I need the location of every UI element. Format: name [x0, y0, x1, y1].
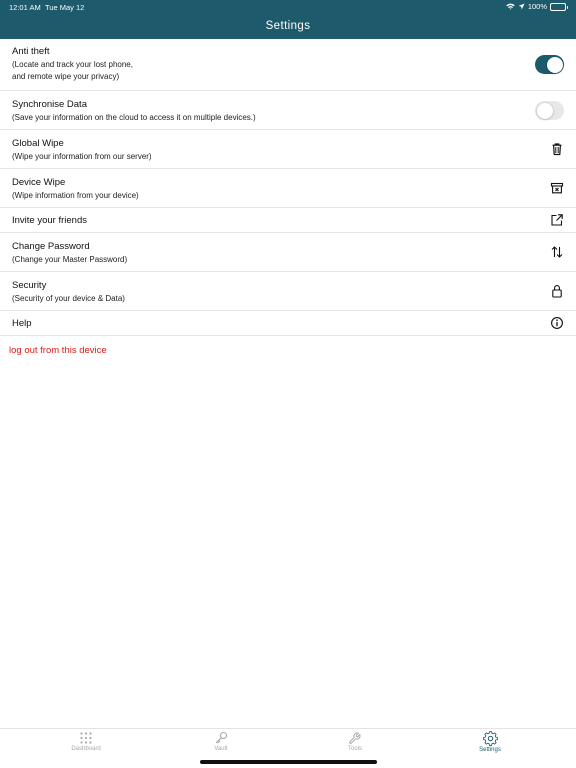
synchronise-data-toggle[interactable]	[535, 101, 564, 120]
status-indicators: 100%	[506, 2, 568, 11]
tab-label: Settings	[479, 747, 501, 753]
status-date: Tue May 12	[45, 3, 85, 12]
setting-device-wipe[interactable]: Device Wipe (Wipe information from your …	[0, 169, 576, 208]
page-title: Settings	[265, 20, 311, 32]
trash-icon[interactable]	[550, 142, 564, 156]
setting-synchronise-data[interactable]: Synchronise Data (Save your information …	[0, 91, 576, 130]
setting-label: Invite your friends	[12, 215, 87, 226]
setting-subtitle-line: (Wipe your information from our server)	[12, 152, 152, 161]
tab-label: Vault	[214, 746, 228, 752]
setting-subtitle-line: (Change your Master Password)	[12, 255, 128, 264]
wipe-box-icon[interactable]	[550, 181, 564, 195]
setting-label: Device Wipe	[12, 177, 66, 188]
battery-icon	[550, 2, 568, 11]
setting-label: Anti theft	[12, 46, 50, 57]
tab-label: Dashboard	[71, 746, 101, 752]
setting-anti-theft[interactable]: Anti theft (Locate and track your lost p…	[0, 39, 576, 91]
tab-label: Tools	[347, 746, 362, 752]
logout-link[interactable]: log out from this device	[9, 345, 107, 356]
home-indicator[interactable]	[200, 760, 377, 764]
setting-label: Security	[12, 280, 47, 291]
lock-icon[interactable]	[550, 284, 564, 298]
anti-theft-toggle[interactable]	[535, 55, 564, 74]
status-bar: 12:01 AM Tue May 12 100%	[0, 0, 576, 14]
tab-tools[interactable]: Tools	[325, 731, 385, 752]
setting-subtitle-line: (Save your information on the cloud to a…	[12, 113, 256, 122]
tab-vault[interactable]: Vault	[191, 731, 251, 752]
tab-settings[interactable]: Settings	[460, 731, 520, 753]
wrench-icon	[349, 732, 361, 744]
setting-subtitle-line: and remote wipe your privacy)	[12, 72, 120, 81]
wifi-icon	[506, 3, 515, 10]
setting-invite-friends[interactable]: Invite your friends	[0, 208, 576, 233]
key-icon	[215, 731, 228, 744]
battery-percent: 100%	[527, 2, 547, 11]
setting-change-password[interactable]: Change Password (Change your Master Pass…	[0, 233, 576, 272]
header-bar: 12:01 AM Tue May 12 100% Settings	[0, 0, 576, 39]
setting-label: Synchronise Data	[12, 99, 87, 110]
setting-label: Change Password	[12, 241, 90, 252]
setting-global-wipe[interactable]: Global Wipe (Wipe your information from …	[0, 130, 576, 169]
info-icon[interactable]	[550, 316, 564, 330]
grid-dots-icon	[80, 732, 92, 744]
setting-help[interactable]: Help	[0, 311, 576, 336]
setting-security[interactable]: Security (Security of your device & Data…	[0, 272, 576, 311]
setting-subtitle-line: (Wipe information from your device)	[12, 191, 139, 200]
setting-subtitle-line: (Security of your device & Data)	[12, 294, 125, 303]
tab-dashboard[interactable]: Dashboard	[56, 731, 116, 752]
setting-label: Global Wipe	[12, 138, 64, 149]
settings-list: Anti theft (Locate and track your lost p…	[0, 39, 576, 336]
gear-icon	[482, 731, 498, 746]
status-time: 12:01 AM	[9, 3, 41, 12]
share-external-icon[interactable]	[550, 213, 564, 227]
setting-label: Help	[12, 318, 32, 329]
location-arrow-icon	[518, 3, 525, 10]
swap-arrows-icon[interactable]	[550, 245, 564, 259]
setting-subtitle-line: (Locate and track your lost phone,	[12, 60, 133, 69]
